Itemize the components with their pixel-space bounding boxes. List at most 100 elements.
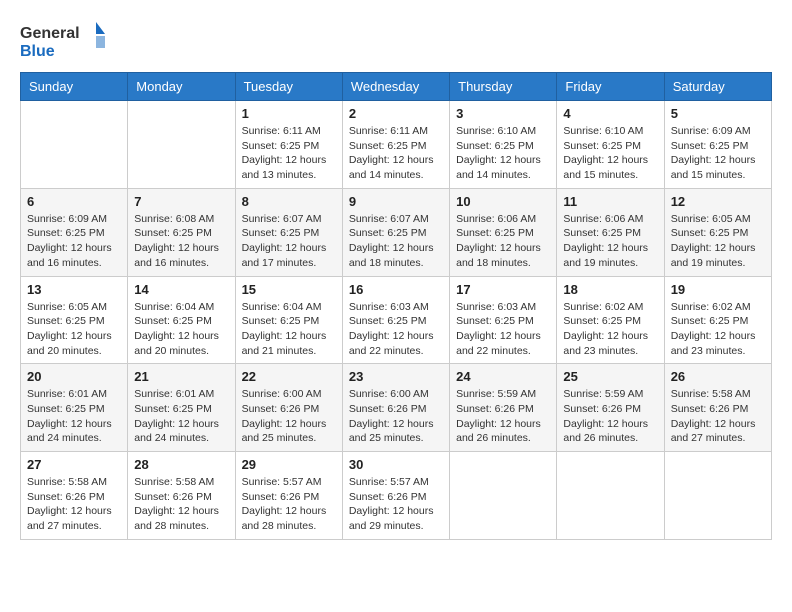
calendar-week-row: 1Sunrise: 6:11 AMSunset: 6:25 PMDaylight…	[21, 101, 772, 189]
day-info: Sunrise: 5:57 AMSunset: 6:26 PMDaylight:…	[349, 475, 443, 534]
day-info: Sunrise: 6:00 AMSunset: 6:26 PMDaylight:…	[349, 387, 443, 446]
calendar-day-cell: 1Sunrise: 6:11 AMSunset: 6:25 PMDaylight…	[235, 101, 342, 189]
weekday-header: Saturday	[664, 73, 771, 101]
day-number: 22	[242, 369, 336, 384]
logo: General Blue	[20, 20, 110, 62]
calendar-day-cell: 2Sunrise: 6:11 AMSunset: 6:25 PMDaylight…	[342, 101, 449, 189]
calendar-day-cell: 13 Sunrise: 6:05 AMSunset: 6:25 PMDayligh…	[21, 276, 128, 364]
day-number: 8	[242, 194, 336, 209]
weekday-header: Thursday	[450, 73, 557, 101]
calendar-day-cell: 18 Sunrise: 6:02 AMSunset: 6:25 PMDayligh…	[557, 276, 664, 364]
day-number: 23	[349, 369, 443, 384]
day-info: Sunrise: 6:08 AMSunset: 6:25 PMDaylight:…	[134, 212, 228, 271]
day-info: Sunrise: 5:57 AMSunset: 6:26 PMDaylight:…	[242, 475, 336, 534]
day-info: Sunrise: 6:01 AMSunset: 6:25 PMDaylight:…	[27, 387, 121, 446]
day-info: Sunrise: 6:07 AMSunset: 6:25 PMDaylight:…	[242, 212, 336, 271]
calendar-day-cell: 12 Sunrise: 6:05 AMSunset: 6:25 PMDayligh…	[664, 188, 771, 276]
calendar-day-cell	[664, 452, 771, 540]
calendar-day-cell: 20 Sunrise: 6:01 AMSunset: 6:25 PMDayligh…	[21, 364, 128, 452]
day-info: Sunrise: 6:04 AMSunset: 6:25 PMDaylight:…	[242, 300, 336, 359]
day-info: Sunrise: 6:09 AMSunset: 6:25 PMDaylight:…	[671, 124, 765, 183]
day-number: 21	[134, 369, 228, 384]
day-number: 5	[671, 106, 765, 121]
day-number: 26	[671, 369, 765, 384]
day-number: 28	[134, 457, 228, 472]
calendar-day-cell: 24 Sunrise: 5:59 AMSunset: 6:26 PMDayligh…	[450, 364, 557, 452]
day-info: Sunrise: 5:58 AMSunset: 6:26 PMDaylight:…	[671, 387, 765, 446]
calendar-day-cell: 15Sunrise: 6:04 AMSunset: 6:25 PMDayligh…	[235, 276, 342, 364]
day-info: Sunrise: 5:59 AMSunset: 6:26 PMDaylight:…	[563, 387, 657, 446]
day-info: Sunrise: 6:10 AMSunset: 6:25 PMDaylight:…	[563, 124, 657, 183]
day-number: 12	[671, 194, 765, 209]
svg-text:Blue: Blue	[20, 43, 55, 60]
day-number: 17	[456, 282, 550, 297]
calendar-table: SundayMondayTuesdayWednesdayThursdayFrid…	[20, 72, 772, 540]
weekday-header: Friday	[557, 73, 664, 101]
day-info: Sunrise: 5:58 AMSunset: 6:26 PMDaylight:…	[134, 475, 228, 534]
page-header: General Blue	[20, 20, 772, 62]
calendar-day-cell: 4 Sunrise: 6:10 AMSunset: 6:25 PMDaylight…	[557, 101, 664, 189]
calendar-day-cell	[450, 452, 557, 540]
weekday-header: Tuesday	[235, 73, 342, 101]
calendar-day-cell: 11 Sunrise: 6:06 AMSunset: 6:25 PMDayligh…	[557, 188, 664, 276]
day-info: Sunrise: 6:06 AMSunset: 6:25 PMDaylight:…	[563, 212, 657, 271]
calendar-day-cell: 28 Sunrise: 5:58 AMSunset: 6:26 PMDayligh…	[128, 452, 235, 540]
day-number: 16	[349, 282, 443, 297]
day-info: Sunrise: 6:03 AMSunset: 6:25 PMDaylight:…	[456, 300, 550, 359]
logo-svg: General Blue	[20, 20, 110, 62]
calendar-day-cell	[128, 101, 235, 189]
calendar-day-cell: 5 Sunrise: 6:09 AMSunset: 6:25 PMDaylight…	[664, 101, 771, 189]
day-number: 30	[349, 457, 443, 472]
day-number: 25	[563, 369, 657, 384]
day-number: 27	[27, 457, 121, 472]
day-number: 7	[134, 194, 228, 209]
day-number: 20	[27, 369, 121, 384]
calendar-day-cell: 10Sunrise: 6:06 AMSunset: 6:25 PMDayligh…	[450, 188, 557, 276]
day-info: Sunrise: 6:07 AMSunset: 6:25 PMDaylight:…	[349, 212, 443, 271]
weekday-header: Sunday	[21, 73, 128, 101]
calendar-day-cell	[21, 101, 128, 189]
calendar-week-row: 13 Sunrise: 6:05 AMSunset: 6:25 PMDayligh…	[21, 276, 772, 364]
day-number: 13	[27, 282, 121, 297]
day-number: 4	[563, 106, 657, 121]
day-info: Sunrise: 6:05 AMSunset: 6:25 PMDaylight:…	[671, 212, 765, 271]
day-number: 11	[563, 194, 657, 209]
weekday-header-row: SundayMondayTuesdayWednesdayThursdayFrid…	[21, 73, 772, 101]
day-number: 6	[27, 194, 121, 209]
day-number: 19	[671, 282, 765, 297]
svg-text:General: General	[20, 25, 80, 42]
weekday-header: Wednesday	[342, 73, 449, 101]
calendar-day-cell: 7 Sunrise: 6:08 AMSunset: 6:25 PMDaylight…	[128, 188, 235, 276]
day-number: 10	[456, 194, 550, 209]
calendar-day-cell: 30 Sunrise: 5:57 AMSunset: 6:26 PMDayligh…	[342, 452, 449, 540]
calendar-day-cell: 27 Sunrise: 5:58 AMSunset: 6:26 PMDayligh…	[21, 452, 128, 540]
day-info: Sunrise: 6:10 AMSunset: 6:25 PMDaylight:…	[456, 124, 550, 183]
day-info: Sunrise: 5:59 AMSunset: 6:26 PMDaylight:…	[456, 387, 550, 446]
calendar-day-cell: 3 Sunrise: 6:10 AMSunset: 6:25 PMDaylight…	[450, 101, 557, 189]
day-info: Sunrise: 6:02 AMSunset: 6:25 PMDaylight:…	[671, 300, 765, 359]
day-info: Sunrise: 5:58 AMSunset: 6:26 PMDaylight:…	[27, 475, 121, 534]
calendar-week-row: 20 Sunrise: 6:01 AMSunset: 6:25 PMDayligh…	[21, 364, 772, 452]
day-number: 14	[134, 282, 228, 297]
day-number: 24	[456, 369, 550, 384]
calendar-day-cell: 19 Sunrise: 6:02 AMSunset: 6:25 PMDayligh…	[664, 276, 771, 364]
calendar-day-cell: 16Sunrise: 6:03 AMSunset: 6:25 PMDayligh…	[342, 276, 449, 364]
day-info: Sunrise: 6:01 AMSunset: 6:25 PMDaylight:…	[134, 387, 228, 446]
calendar-day-cell: 6 Sunrise: 6:09 AMSunset: 6:25 PMDaylight…	[21, 188, 128, 276]
day-number: 3	[456, 106, 550, 121]
day-info: Sunrise: 6:04 AMSunset: 6:25 PMDaylight:…	[134, 300, 228, 359]
day-info: Sunrise: 6:09 AMSunset: 6:25 PMDaylight:…	[27, 212, 121, 271]
calendar-day-cell: 23 Sunrise: 6:00 AMSunset: 6:26 PMDayligh…	[342, 364, 449, 452]
day-info: Sunrise: 6:00 AMSunset: 6:26 PMDaylight:…	[242, 387, 336, 446]
calendar-day-cell: 21 Sunrise: 6:01 AMSunset: 6:25 PMDayligh…	[128, 364, 235, 452]
weekday-header: Monday	[128, 73, 235, 101]
calendar-week-row: 27 Sunrise: 5:58 AMSunset: 6:26 PMDayligh…	[21, 452, 772, 540]
calendar-day-cell: 14 Sunrise: 6:04 AMSunset: 6:25 PMDayligh…	[128, 276, 235, 364]
calendar-day-cell: 29Sunrise: 5:57 AMSunset: 6:26 PMDayligh…	[235, 452, 342, 540]
day-number: 9	[349, 194, 443, 209]
day-info: Sunrise: 6:05 AMSunset: 6:25 PMDaylight:…	[27, 300, 121, 359]
day-number: 18	[563, 282, 657, 297]
day-info: Sunrise: 6:02 AMSunset: 6:25 PMDaylight:…	[563, 300, 657, 359]
day-number: 1	[242, 106, 336, 121]
calendar-day-cell: 8 Sunrise: 6:07 AMSunset: 6:25 PMDaylight…	[235, 188, 342, 276]
